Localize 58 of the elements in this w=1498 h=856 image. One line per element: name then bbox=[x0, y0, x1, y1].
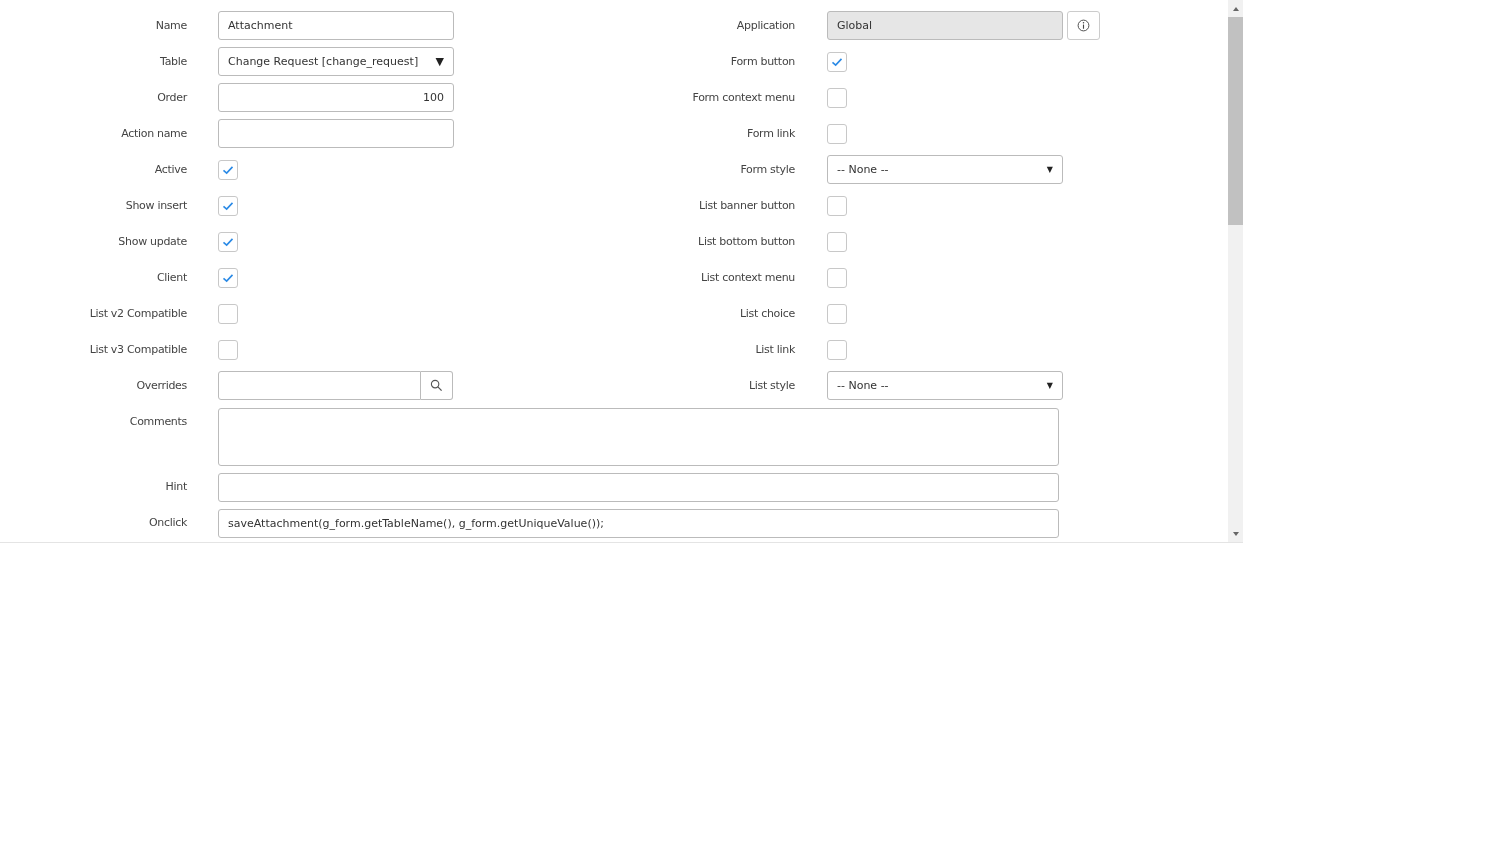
scroll-up-icon[interactable] bbox=[1231, 6, 1240, 12]
checkbox[interactable] bbox=[218, 195, 238, 216]
checkbox[interactable] bbox=[827, 231, 847, 252]
textarea-field[interactable] bbox=[218, 408, 1059, 466]
info-icon bbox=[1077, 19, 1090, 32]
field-label: Show insert bbox=[124, 199, 187, 212]
field-label: Name bbox=[154, 19, 187, 32]
checkbox[interactable] bbox=[827, 195, 847, 216]
field-label: Client bbox=[155, 271, 187, 284]
field-label: List link bbox=[754, 343, 795, 356]
field-label: Show update bbox=[117, 235, 187, 248]
reference-field[interactable] bbox=[218, 371, 421, 400]
checkbox[interactable] bbox=[827, 267, 847, 288]
checkbox[interactable] bbox=[218, 159, 238, 180]
field-label: List banner button bbox=[697, 199, 795, 212]
input-field[interactable]: saveAttachment(g_form.getTableName(), g_form.getUniqueValue()); bbox=[218, 509, 1059, 538]
input-field[interactable] bbox=[218, 119, 454, 148]
checkbox[interactable] bbox=[218, 339, 238, 360]
field-label: List style bbox=[747, 379, 795, 392]
checkbox[interactable] bbox=[827, 123, 847, 144]
field-label: Form context menu bbox=[691, 91, 795, 104]
field-label: Hint bbox=[164, 479, 187, 493]
scrollbar[interactable] bbox=[1228, 0, 1243, 542]
field-label: Table bbox=[159, 55, 187, 68]
field-label: Application bbox=[735, 19, 795, 32]
field-label: Form button bbox=[729, 55, 795, 68]
input-field[interactable] bbox=[218, 473, 1059, 502]
info-button[interactable] bbox=[1067, 11, 1100, 40]
field-label: List v3 Compatible bbox=[88, 343, 187, 356]
field-label: Overrides bbox=[135, 379, 187, 392]
field-label: List choice bbox=[738, 307, 795, 320]
scrollbar-thumb[interactable] bbox=[1228, 17, 1243, 225]
checkbox[interactable] bbox=[827, 339, 847, 360]
select-field[interactable]: Change Request [change_request] ▼ bbox=[218, 47, 454, 76]
field-label: Onclick bbox=[147, 515, 187, 529]
field-label: Action name bbox=[120, 127, 187, 140]
checkbox[interactable] bbox=[218, 231, 238, 252]
checkbox[interactable] bbox=[218, 267, 238, 288]
checkbox[interactable] bbox=[218, 303, 238, 324]
select-field[interactable]: -- None -- ▼ bbox=[827, 371, 1063, 400]
field-label: Active bbox=[153, 163, 187, 176]
search-icon bbox=[430, 379, 443, 392]
readonly-field: Global bbox=[827, 11, 1063, 40]
search-button[interactable] bbox=[421, 371, 453, 400]
input-field[interactable]: Attachment bbox=[218, 11, 454, 40]
field-label: List context menu bbox=[700, 271, 795, 284]
field-label: Order bbox=[156, 91, 187, 104]
field-label: Form style bbox=[739, 163, 795, 176]
input-field[interactable]: 100 bbox=[218, 83, 454, 112]
field-label: Comments bbox=[128, 414, 187, 428]
field-label: List bottom button bbox=[697, 235, 795, 248]
checkbox[interactable] bbox=[827, 87, 847, 108]
checkbox[interactable] bbox=[827, 303, 847, 324]
scroll-down-icon[interactable] bbox=[1231, 531, 1240, 537]
select-field[interactable]: -- None -- ▼ bbox=[827, 155, 1063, 184]
checkbox[interactable] bbox=[827, 51, 847, 72]
field-label: List v2 Compatible bbox=[88, 307, 187, 320]
field-label: Form link bbox=[746, 127, 795, 140]
